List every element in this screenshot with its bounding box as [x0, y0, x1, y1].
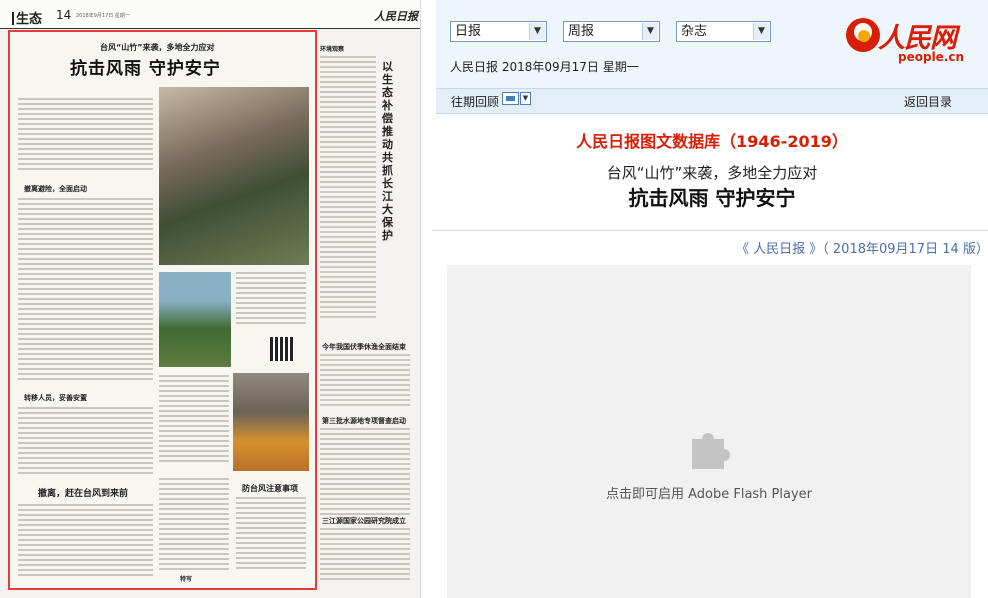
nav-bar: 往期回顾 ▼ 返回目录 — [436, 88, 988, 114]
newspaper-text-block — [320, 354, 410, 409]
calendar-dropdown-icon[interactable]: ▼ — [520, 92, 531, 105]
calendar-icon[interactable] — [502, 92, 519, 105]
article-subhead: 台风“山竹”来袭，多地全力应对 — [606, 164, 818, 182]
newspaper-page-header: 生态 14 2018年9月17日 星期一 人民日报 — [0, 0, 420, 29]
newspaper-masthead-logo: 人民日报 — [374, 10, 418, 23]
newspaper-right-headline: 今年我国伏季休渔全面结束 — [322, 343, 406, 351]
newspaper-subhead: 撤离避险，全面启动 — [24, 185, 87, 193]
newspaper-text-block — [159, 478, 229, 573]
newspaper-text-block — [18, 198, 153, 383]
newspaper-text-block — [159, 375, 229, 465]
newspaper-section-label: 生态 — [12, 8, 42, 27]
magazine-select-value: 杂志 — [681, 24, 708, 39]
rescue-photo — [159, 87, 309, 265]
newspaper-page-image[interactable]: 生态 14 2018年9月17日 星期一 人民日报 台风“山竹”来袭，多地全力应… — [0, 0, 421, 598]
newspaper-text-block — [236, 272, 306, 327]
issue-date-line: 人民日报 2018年09月17日 星期一 — [450, 60, 639, 74]
divider — [432, 230, 988, 231]
daily-select[interactable]: 日报 ▼ — [450, 21, 547, 42]
database-title: 人民日报图文数据库（1946-2019） — [576, 132, 848, 151]
newspaper-text-block — [320, 528, 410, 583]
newspaper-text-block — [18, 504, 153, 579]
newspaper-tag: 环境观察 — [320, 46, 345, 53]
logo-name-en: people.cn — [898, 50, 965, 64]
newspaper-text-block — [236, 497, 306, 572]
flash-enable-message[interactable]: 点击即可启用 Adobe Flash Player — [447, 483, 971, 502]
flash-plugin-placeholder[interactable]: 点击即可启用 Adobe Flash Player — [447, 265, 971, 598]
newspaper-date: 2018年9月17日 星期一 — [76, 13, 130, 19]
newspaper-text-block — [320, 56, 376, 321]
newspaper-right-headline: 第三批水源地专项督查启动 — [322, 417, 406, 425]
newspaper-tag: 特写 — [180, 576, 193, 583]
chevron-down-icon[interactable]: ▼ — [642, 23, 658, 40]
qr-code — [270, 337, 294, 361]
people-cn-logo[interactable]: 人民网 people.cn — [838, 12, 978, 68]
newspaper-article-kicker: 台风“山竹”来袭，多地全力应对 — [100, 43, 215, 52]
chevron-down-icon[interactable]: ▼ — [529, 23, 545, 40]
chevron-down-icon[interactable]: ▼ — [753, 23, 769, 40]
newspaper-text-block — [320, 428, 410, 518]
newspaper-text-block — [18, 407, 153, 477]
newspaper-vertical-title: 以生态补偿推动共抓长江大保护 — [382, 60, 393, 242]
weekly-select-value: 周报 — [568, 24, 595, 39]
plugin-puzzle-icon — [692, 433, 730, 469]
flood-worker-photo — [233, 373, 309, 471]
weekly-select[interactable]: 周报 ▼ — [563, 21, 660, 42]
past-issues-label: 往期回顾 — [451, 95, 500, 109]
newspaper-page-number: 14 — [56, 8, 72, 22]
newspaper-subhead: 转移人员，妥善安置 — [24, 394, 87, 402]
newspaper-subhead: 撤离，赶在台风到来前 — [38, 489, 129, 499]
fallen-trees-photo — [159, 272, 231, 367]
back-to-index-link[interactable]: 返回目录 — [904, 93, 952, 110]
magazine-select[interactable]: 杂志 ▼ — [676, 21, 771, 42]
newspaper-subhead: 防台风注意事项 — [242, 484, 298, 493]
article-source-link[interactable]: 《 人民日报 》（ 2018年09月17日 14 版） — [736, 238, 988, 257]
newspaper-article-headline: 抗击风雨 守护安宁 — [70, 59, 221, 79]
logo-emblem-icon — [846, 18, 880, 52]
newspaper-right-headline: 三江源国家公园研究院成立 — [322, 517, 406, 525]
newspaper-text-block — [18, 98, 153, 173]
daily-select-value: 日报 — [455, 24, 482, 39]
article-headline: 抗击风雨 守护安宁 — [628, 186, 796, 210]
